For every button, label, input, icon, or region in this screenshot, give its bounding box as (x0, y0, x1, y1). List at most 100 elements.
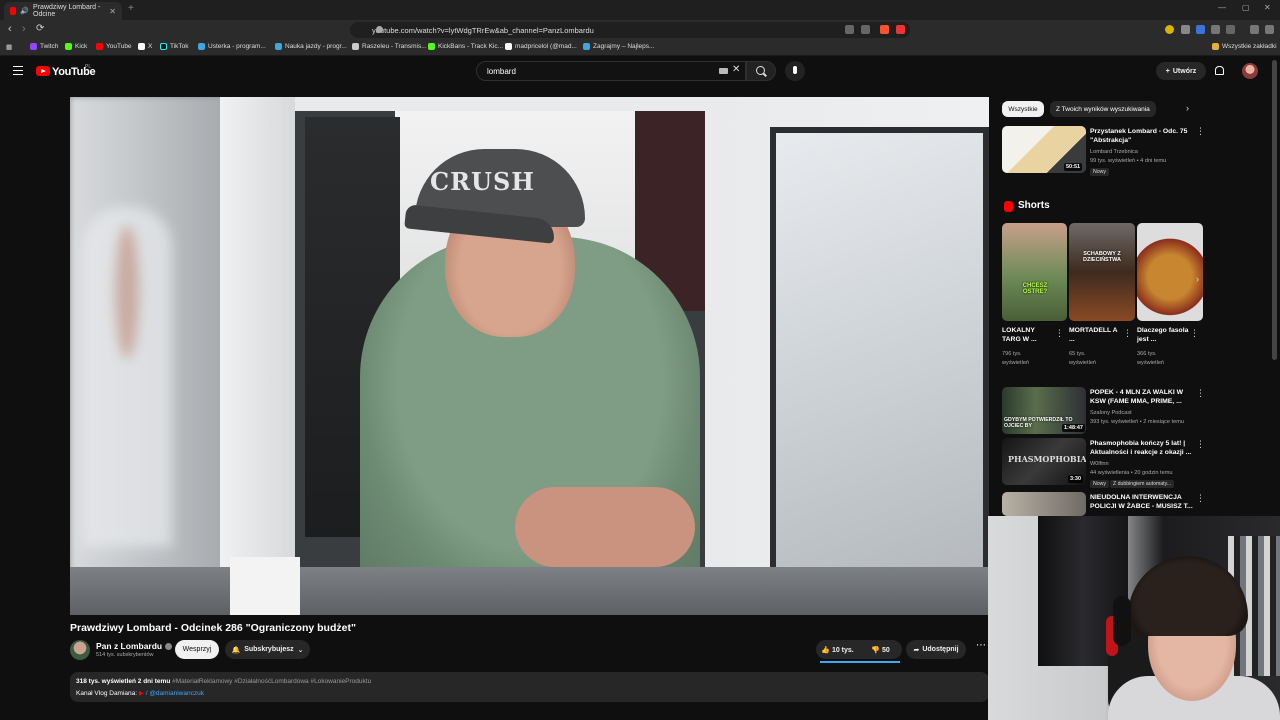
sidebar-title[interactable]: Phasmophobia kończy 5 lat! | Aktualności… (1090, 439, 1192, 457)
bookmark-x[interactable]: X (138, 43, 152, 50)
x-icon (138, 43, 145, 50)
new-tab-button[interactable]: + (128, 3, 134, 14)
bookmark-twitch[interactable]: Twitch (30, 43, 58, 50)
bookmark-usterka[interactable]: Usterka - program... (198, 43, 266, 50)
share-button[interactable]: ➦ Udostępnij (906, 640, 966, 659)
sidebar-meta: 393 tys. wyświetleń • 2 miesiące temu (1090, 419, 1184, 425)
extensions-puzzle-icon[interactable] (1211, 25, 1220, 34)
create-button[interactable]: + Utwórz (1156, 62, 1206, 80)
bookmark-site-icon (505, 43, 512, 50)
clear-search-icon[interactable]: ✕ (732, 64, 740, 75)
browser-tab-active[interactable]: 🔊 Prawdziwy Lombard - Odcine ✕ (4, 2, 122, 20)
sidebar-channel[interactable]: W0lfinn (1090, 460, 1109, 468)
window-close-icon[interactable]: ✕ (1264, 3, 1271, 12)
voice-search-icon[interactable] (785, 61, 805, 81)
bookmark-youtube[interactable]: YouTube (96, 43, 132, 50)
bookmark-kick[interactable]: Kick (65, 43, 87, 50)
video-player[interactable]: CRUSH (70, 97, 989, 615)
channel-link[interactable]: / @damianiwanczuk (146, 690, 204, 697)
speaker-icon: 🔊 (20, 8, 30, 15)
more-options-icon[interactable]: ⋮ (1055, 328, 1064, 339)
minimize-icon[interactable]: — (1218, 3, 1226, 12)
forward-icon[interactable]: › (22, 23, 26, 35)
shorts-next-icon[interactable]: › (1196, 274, 1199, 284)
short-thumb[interactable]: CHCESZ OSTRE? (1002, 223, 1067, 321)
description-box[interactable] (70, 672, 989, 702)
channel-avatar[interactable] (70, 640, 90, 660)
more-options-icon[interactable]: ⋮ (1196, 439, 1205, 450)
auto-dub-badge: Z dubbingiem automaty... (1110, 480, 1175, 488)
verified-icon (165, 643, 173, 651)
short-title[interactable]: Dlaczego fasola jest ... (1137, 326, 1189, 344)
reload-icon[interactable]: ⟳ (36, 23, 44, 34)
channel-name[interactable]: Pan z Lombardu (96, 641, 173, 651)
sidebar-meta: 99 tys. wyświetleń • 4 dni temu (1090, 158, 1167, 164)
keyboard-icon[interactable] (719, 68, 728, 74)
chip-from-search[interactable]: Z Twoich wyników wyszukiwania (1050, 101, 1156, 117)
sidebar-channel[interactable]: Lombard Trzebnica (1090, 148, 1138, 156)
brave-shield-icon[interactable] (880, 25, 889, 34)
extension-icon[interactable] (1181, 25, 1190, 34)
bookmark-nauka-jazdy[interactable]: Nauka jazdy - progr... (275, 43, 347, 50)
thumbs-down-icon: 👎 (871, 646, 882, 654)
short-thumb[interactable]: SCHABOWY Z DZIECIŃSTWA (1069, 223, 1135, 321)
apps-grid-icon[interactable]: ▦ (6, 43, 12, 51)
extension-yellow-icon[interactable] (1165, 25, 1174, 34)
short-thumb[interactable] (1137, 223, 1203, 321)
sidebar-title[interactable]: NIEUDOLNA INTERWENCJA POLICJI W ŻABCE - … (1090, 493, 1200, 511)
more-options-icon[interactable]: ⋮ (1190, 328, 1199, 339)
bookmarks-bar: ▦ Twitch Kick YouTube X TikTok Usterka -… (0, 40, 1280, 56)
bookmark-kickbans[interactable]: KickBans - Track Kic... (428, 43, 503, 50)
short-title[interactable]: LOKALNY TARG W ... (1002, 326, 1052, 344)
like-button[interactable]: 👍 10 tys. (816, 646, 859, 654)
description-text: Kanał Vlog Damiana: ▶ / @damianiwanczuk (76, 690, 204, 697)
more-options-icon[interactable]: ⋮ (1196, 493, 1205, 504)
cast-icon[interactable] (845, 25, 854, 34)
brave-rewards-icon[interactable] (896, 25, 905, 34)
bookmark-zagrajmy[interactable]: Zagrajmy – Najleps... (583, 43, 654, 50)
duration-badge: 1:48:47 (1062, 424, 1085, 432)
sidebar-toggle-icon[interactable] (1226, 25, 1235, 34)
browser-tab-bar: 🔊 Prawdziwy Lombard - Odcine ✕ + — ▢ ✕ (0, 0, 1280, 20)
page-scrollbar[interactable] (1272, 60, 1277, 360)
maximize-icon[interactable]: ▢ (1242, 3, 1250, 12)
address-bar[interactable]: youtube.com/watch?v=lytWdgTRrEw&ab_chann… (350, 22, 910, 38)
short-title[interactable]: MORTADELL A ... (1069, 326, 1121, 344)
chip-all[interactable]: Wszystkie (1002, 101, 1044, 117)
search-icon[interactable] (756, 66, 765, 75)
tab-close-icon[interactable]: ✕ (109, 7, 116, 16)
sidebar-title[interactable]: Przystanek Lombard - Odc. 75 "Abstrakcja… (1090, 127, 1190, 145)
more-options-icon[interactable]: ⋮ (1196, 388, 1205, 399)
site-info-icon[interactable] (376, 26, 383, 33)
bookmark-madprice[interactable]: madpricelol (@mad... (505, 43, 577, 50)
notifications-bell-icon[interactable] (1215, 66, 1224, 75)
extension-blue-icon[interactable] (1196, 25, 1205, 34)
all-bookmarks-folder[interactable]: Wszystkie zakładki (1212, 43, 1277, 50)
subscribe-button[interactable]: 🔔 Subskrybujesz ⌄ (225, 640, 310, 659)
account-avatar[interactable] (1242, 63, 1258, 79)
duration-badge: 50:51 (1064, 163, 1083, 171)
hashtags[interactable]: #MateriałReklamowy #DziałalnośćLombardow… (172, 678, 371, 685)
bookmark-tiktok[interactable]: TikTok (160, 43, 189, 50)
bookmark-site-icon (198, 43, 205, 50)
short-views-unit: wyświetleń (1137, 360, 1165, 366)
chips-next-icon[interactable]: › (1186, 103, 1189, 113)
more-options-icon[interactable]: ⋮ (1123, 328, 1132, 339)
more-options-icon[interactable]: ⋮ (1196, 126, 1205, 137)
media-controls-icon[interactable] (1250, 25, 1259, 34)
sidebar-thumb[interactable] (1002, 492, 1086, 516)
youtube-logo-icon[interactable] (36, 66, 50, 76)
chevron-down-icon: ⌄ (297, 646, 304, 654)
sidebar-channel[interactable]: Szalony Podcast (1090, 409, 1132, 417)
region-code: PL (85, 64, 92, 70)
share-page-icon[interactable] (861, 25, 870, 34)
search-input[interactable]: lombard (476, 61, 746, 81)
sidebar-title[interactable]: POPEK - 4 MLN ZA WALKI W KSW (FAME MMA, … (1090, 388, 1192, 406)
video-frame-base (230, 557, 300, 615)
back-icon[interactable]: ‹ (8, 23, 12, 35)
menu-icon[interactable] (13, 66, 23, 75)
browser-menu-icon[interactable] (1265, 25, 1274, 34)
support-button[interactable]: Wesprzyj (175, 640, 219, 659)
bookmark-raszeleu[interactable]: Raszeleu - Transmis... (352, 43, 427, 50)
dislike-button[interactable]: 👎 50 (859, 646, 902, 654)
